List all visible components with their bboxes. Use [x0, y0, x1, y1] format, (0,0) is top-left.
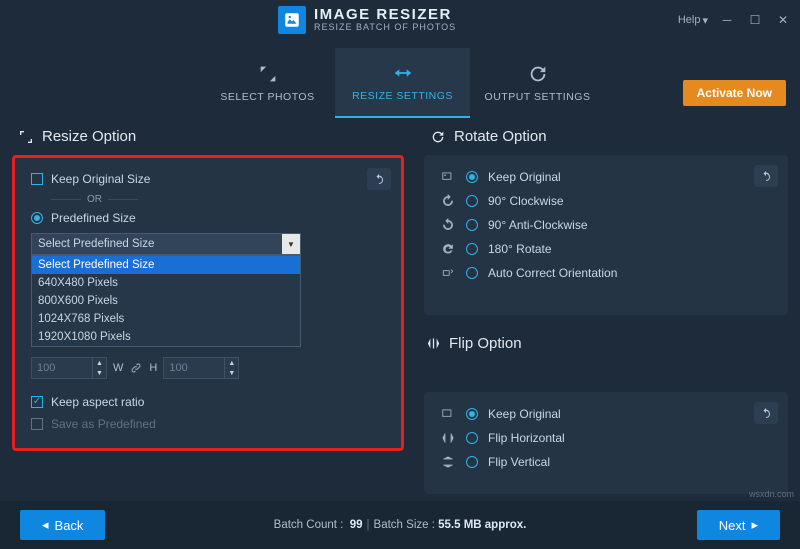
checkbox-icon [31, 173, 43, 185]
dropdown-option[interactable]: 1024X768 Pixels [32, 310, 300, 328]
rotate-option-title: Rotate Option [454, 128, 547, 145]
flip-vertical-radio[interactable]: Flip Vertical [440, 454, 772, 470]
radio-icon [466, 267, 478, 279]
rotate-180-icon [440, 241, 456, 257]
height-label: H [149, 362, 157, 374]
auto-orient-icon [440, 265, 456, 281]
rotate-icon [430, 129, 446, 145]
radio-icon [31, 212, 43, 224]
rotate-acw-icon [440, 217, 456, 233]
tab-output-settings[interactable]: OUTPUT SETTINGS [470, 48, 605, 118]
chevron-down-icon: ▾ [702, 14, 708, 27]
watermark: wsxdn.com [749, 489, 794, 499]
refresh-icon [527, 63, 549, 85]
spin-up[interactable]: ▲ [224, 358, 238, 368]
spin-down[interactable]: ▼ [92, 368, 106, 378]
help-menu[interactable]: Help▾ [678, 14, 708, 27]
flip-horizontal-radio[interactable]: Flip Horizontal [440, 430, 772, 446]
radio-icon [466, 195, 478, 207]
rotate-180-radio[interactable]: 180° Rotate [440, 241, 772, 257]
reset-flip-button[interactable] [754, 402, 778, 424]
rotate-panel: Keep Original 90° Clockwise 90° Anti-Clo… [424, 155, 788, 315]
image-icon [440, 169, 456, 185]
tab-resize-settings[interactable]: RESIZE SETTINGS [335, 48, 470, 118]
undo-icon [760, 407, 772, 419]
checkbox-icon [31, 396, 43, 408]
arrow-left-icon: ◂ [42, 517, 49, 533]
dropdown-option[interactable]: Select Predefined Size [32, 256, 300, 274]
expand-arrows-icon [257, 63, 279, 85]
checkbox-icon [31, 418, 43, 430]
keep-original-size-checkbox[interactable]: Keep Original Size [31, 172, 385, 186]
activate-now-button[interactable]: Activate Now [683, 80, 786, 106]
predefined-size-input[interactable] [32, 238, 282, 250]
back-button[interactable]: ◂Back [20, 510, 105, 540]
flip-vertical-icon [440, 454, 456, 470]
spin-up[interactable]: ▲ [92, 358, 106, 368]
close-button[interactable]: ✕ [774, 11, 792, 29]
link-icon [129, 361, 143, 375]
app-subtitle: RESIZE BATCH OF PHOTOS [314, 23, 456, 33]
arrow-right-icon: ▸ [751, 517, 758, 533]
resize-icon [392, 62, 414, 84]
radio-icon [466, 219, 478, 231]
app-logo [278, 6, 306, 34]
or-label: OR [87, 194, 102, 205]
flip-option-title: Flip Option [449, 335, 522, 352]
rotate-90acw-radio[interactable]: 90° Anti-Clockwise [440, 217, 772, 233]
undo-icon [760, 170, 772, 182]
resize-option-title: Resize Option [42, 128, 136, 145]
dropdown-option[interactable]: 1920X1080 Pixels [32, 328, 300, 346]
app-title: IMAGE RESIZER [314, 7, 456, 24]
dropdown-option[interactable]: 800X600 Pixels [32, 292, 300, 310]
predefined-size-radio[interactable]: Predefined Size [31, 211, 385, 225]
tab-select-photos[interactable]: SELECT PHOTOS [200, 48, 335, 118]
maximize-button[interactable]: ☐ [746, 11, 764, 29]
flip-icon [426, 336, 441, 351]
image-icon [440, 406, 456, 422]
rotate-cw-icon [440, 193, 456, 209]
predefined-size-dropdown: Select Predefined Size 640X480 Pixels 80… [31, 255, 301, 347]
width-label: W [113, 362, 123, 374]
dropdown-arrow-icon[interactable]: ▼ [282, 234, 300, 254]
resize-panel: Keep Original Size OR Predefined Size ▼ … [12, 155, 404, 451]
keep-aspect-ratio-checkbox[interactable]: Keep aspect ratio [31, 395, 385, 409]
dropdown-option[interactable]: 640X480 Pixels [32, 274, 300, 292]
rotate-keep-original-radio[interactable]: Keep Original [440, 169, 772, 185]
expand-icon [18, 129, 34, 145]
rotate-auto-radio[interactable]: Auto Correct Orientation [440, 265, 772, 281]
predefined-size-select[interactable]: ▼ [31, 233, 301, 255]
flip-panel: Keep Original Flip Horizontal Flip Verti… [424, 392, 788, 494]
minimize-button[interactable]: ─ [718, 11, 736, 29]
height-input[interactable]: ▲▼ [163, 357, 239, 379]
flip-keep-original-radio[interactable]: Keep Original [440, 406, 772, 422]
rotate-90cw-radio[interactable]: 90° Clockwise [440, 193, 772, 209]
radio-icon [466, 408, 478, 420]
spin-down[interactable]: ▼ [224, 368, 238, 378]
save-as-predefined-checkbox[interactable]: Save as Predefined [31, 417, 385, 431]
radio-icon [466, 432, 478, 444]
undo-icon [373, 173, 385, 185]
batch-status: Batch Count : 99|Batch Size : 55.5 MB ap… [274, 519, 527, 531]
radio-icon [466, 243, 478, 255]
radio-icon [466, 171, 478, 183]
radio-icon [466, 456, 478, 468]
flip-horizontal-icon [440, 430, 456, 446]
width-input[interactable]: ▲▼ [31, 357, 107, 379]
next-button[interactable]: Next▸ [697, 510, 780, 540]
reset-resize-button[interactable] [367, 168, 391, 190]
reset-rotate-button[interactable] [754, 165, 778, 187]
